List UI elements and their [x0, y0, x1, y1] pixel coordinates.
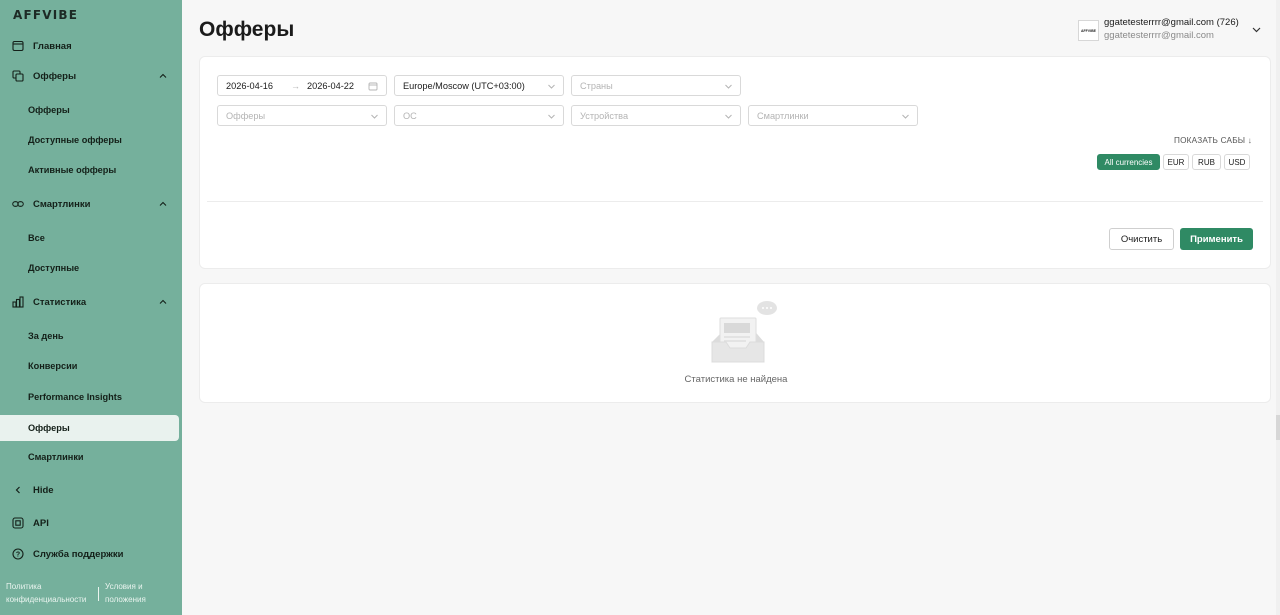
sidebar-section-offers[interactable]: Офферы — [0, 62, 182, 90]
sidebar-section-statistics[interactable]: Статистика — [0, 288, 182, 316]
sidebar-section-label: Смартлинки — [33, 198, 91, 210]
logo: AFFVIBE — [13, 8, 79, 22]
empty-message: Статистика не найдена — [684, 374, 788, 385]
chevron-up-icon — [159, 201, 167, 206]
sidebar-item-label: Главная — [33, 40, 72, 52]
currency-rub-button[interactable]: RUB — [1192, 154, 1221, 170]
sidebar-item-stats-offers[interactable]: Офферы — [0, 415, 179, 441]
arrow-right-icon: → — [291, 81, 300, 91]
avatar: AFFVIBE — [1078, 20, 1099, 41]
window-icon — [12, 40, 24, 52]
chevron-down-icon — [725, 114, 732, 119]
user-email-primary: ggatetesterrrr@gmail.com (726) — [1104, 17, 1239, 28]
sidebar-footer: Политика конфиденциальности Условия и по… — [6, 580, 176, 606]
sidebar-item-offers[interactable]: Офферы — [0, 97, 182, 123]
date-to: 2026-04-22 — [307, 80, 354, 91]
sidebar-item-available[interactable]: Доступные — [0, 255, 182, 281]
os-select[interactable]: ОС — [394, 105, 564, 126]
results-panel: Статистика не найдена — [199, 283, 1271, 403]
filter-divider — [207, 201, 1263, 202]
help-circle-icon: ? — [12, 548, 24, 560]
link-icon — [12, 198, 24, 210]
sidebar-item-stats-smartlinks[interactable]: Смартлинки — [0, 444, 182, 470]
clear-button[interactable]: Очистить — [1109, 228, 1174, 250]
chevron-down-icon — [371, 114, 378, 119]
terms-link[interactable]: Условия и положения — [105, 580, 176, 606]
page-title: Офферы — [199, 18, 295, 41]
show-subs-toggle[interactable]: ПОКАЗАТЬ САБЫ ↓ — [1174, 136, 1252, 145]
devices-select[interactable]: Устройства — [571, 105, 741, 126]
currency-usd-button[interactable]: USD — [1224, 154, 1250, 170]
sidebar-item-all[interactable]: Все — [0, 225, 182, 251]
sidebar-item-label: API — [33, 517, 49, 529]
countries-select[interactable]: Страны — [571, 75, 741, 96]
svg-text:?: ? — [16, 552, 20, 559]
offers-placeholder: Офферы — [226, 110, 266, 121]
empty-mailbox-icon — [711, 301, 777, 363]
scrollbar-thumb[interactable] — [1276, 415, 1280, 440]
offers-select[interactable]: Офферы — [217, 105, 387, 126]
currency-eur-button[interactable]: EUR — [1163, 154, 1189, 170]
devices-placeholder: Устройства — [580, 110, 629, 121]
chevron-down-icon — [902, 114, 909, 119]
sidebar: AFFVIBE Главная Офферы Офферы Доступные … — [0, 0, 182, 615]
chevron-down-icon — [548, 114, 555, 119]
date-from: 2026-04-16 — [226, 80, 273, 91]
sidebar-item-available-offers[interactable]: Доступные офферы — [0, 127, 182, 153]
user-info: ggatetesterrrr@gmail.com (726) ggatetest… — [1104, 16, 1239, 42]
currency-all-button[interactable]: All currencies — [1097, 154, 1160, 170]
chevron-down-icon[interactable] — [1251, 24, 1262, 35]
sidebar-hide-button[interactable]: Hide — [0, 476, 182, 504]
sidebar-item-daily[interactable]: За день — [0, 323, 182, 349]
sidebar-section-smartlinks[interactable]: Смартлинки — [0, 190, 182, 218]
user-email-secondary: ggatetesterrrr@gmail.com — [1104, 30, 1214, 41]
sidebar-item-api[interactable]: API — [0, 509, 182, 537]
chevron-left-icon — [12, 484, 24, 496]
chevron-up-icon — [159, 299, 167, 304]
os-placeholder: ОС — [403, 110, 417, 121]
sidebar-item-label: Служба поддержки — [33, 548, 124, 560]
timezone-select[interactable]: Europe/Moscow (UTC+03:00) — [394, 75, 564, 96]
footer-divider — [98, 587, 100, 601]
copy-icon — [12, 70, 24, 82]
sidebar-item-home[interactable]: Главная — [0, 32, 182, 60]
chevron-down-icon — [725, 84, 732, 89]
date-range-picker[interactable]: 2026-04-16 → 2026-04-22 — [217, 75, 387, 96]
apply-button[interactable]: Применить — [1180, 228, 1253, 250]
bar-chart-icon — [12, 296, 24, 308]
smartlinks-select[interactable]: Смартлинки — [748, 105, 918, 126]
scrollbar-track[interactable] — [1276, 0, 1280, 615]
sidebar-section-label: Статистика — [33, 296, 87, 308]
sidebar-item-support[interactable]: ? Служба поддержки — [0, 540, 182, 568]
chevron-up-icon — [159, 73, 167, 78]
user-menu[interactable]: AFFVIBE ggatetesterrrr@gmail.com (726) g… — [1078, 16, 1261, 42]
chevron-down-icon — [548, 84, 555, 89]
countries-placeholder: Страны — [580, 80, 613, 91]
sidebar-item-conversions[interactable]: Конверсии — [0, 353, 182, 379]
timezone-value: Europe/Moscow (UTC+03:00) — [403, 80, 525, 91]
chip-icon — [12, 517, 24, 529]
sidebar-item-active-offers[interactable]: Активные офферы — [0, 157, 182, 183]
privacy-policy-link[interactable]: Политика конфиденциальности — [6, 580, 94, 606]
calendar-icon — [368, 82, 378, 91]
sidebar-item-label: Hide — [33, 484, 54, 496]
sidebar-section-label: Офферы — [33, 70, 77, 82]
smartlinks-placeholder: Смартлинки — [757, 110, 809, 121]
sidebar-item-performance-insights[interactable]: Performance Insights — [0, 384, 182, 410]
